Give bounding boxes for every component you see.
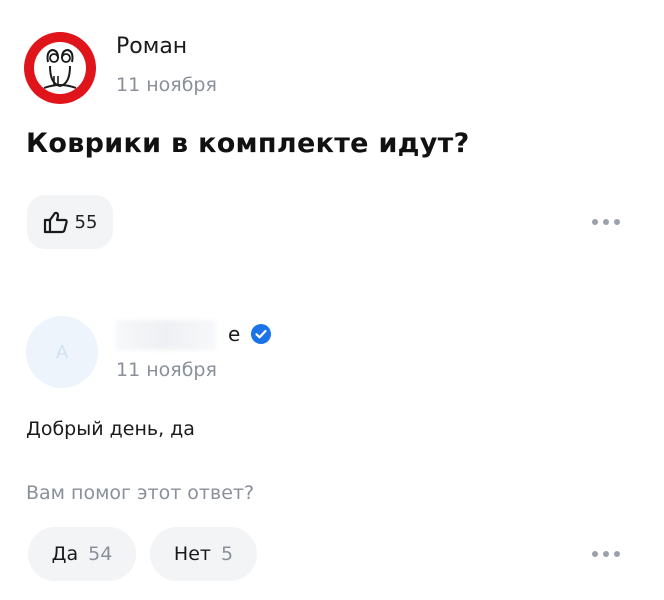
vote-no-count: 5 [220,543,234,565]
question-date: 11 ноября [116,74,217,96]
vote-yes-count: 54 [88,543,113,565]
more-dots-icon [592,219,598,225]
cat-logo-icon [34,42,86,94]
question-author-name[interactable]: Роман [116,34,187,59]
answer-date: 11 ноября [116,359,217,381]
answer-author-name-blurred [116,320,216,350]
helpful-prompt: Вам помог этот ответ? [26,482,255,504]
more-dots-icon [592,551,598,557]
verified-check-icon [251,324,271,344]
like-button[interactable]: 55 [27,195,113,249]
vote-no-label: Нет [173,543,211,565]
vote-no-button[interactable]: Нет 5 [150,527,257,581]
vote-yes-label: Да [51,543,79,565]
answer-author-name[interactable]: е [228,322,240,346]
question-text: Коврики в комплекте идут? [26,128,470,159]
question-more-button[interactable] [592,219,620,225]
question-author-avatar[interactable] [24,32,96,104]
avatar-letter: А [55,341,69,363]
answer-author-avatar[interactable]: А [26,316,98,388]
answer-text: Добрый день, да [26,418,195,440]
vote-yes-button[interactable]: Да 54 [28,527,136,581]
answer-more-button[interactable] [592,551,620,557]
thumbs-up-icon [43,211,68,234]
like-count: 55 [74,211,98,233]
